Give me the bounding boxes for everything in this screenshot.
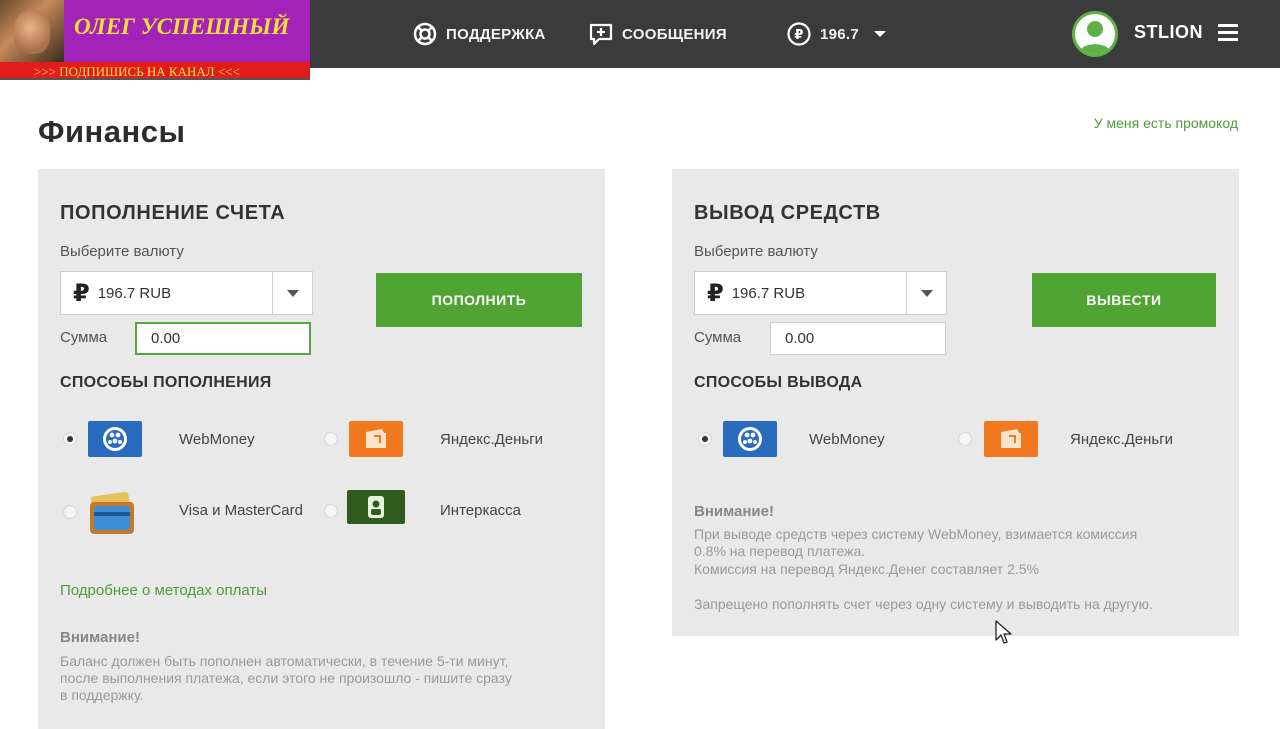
deposit-note-title: Внимание! [60, 629, 140, 646]
payment-methods-info-link[interactable]: Подробнее о методах оплаты [60, 582, 267, 599]
promo-title: ОЛЕГ УСПЕШНЫЙ [64, 0, 310, 62]
deposit-method-cards-radio[interactable] [63, 505, 77, 519]
avatar[interactable] [1072, 11, 1118, 57]
yandex-money-icon[interactable] [349, 421, 403, 462]
withdraw-method-webmoney-label: WebMoney [809, 431, 885, 448]
promo-code-link[interactable]: У меня есть промокод [1094, 115, 1238, 131]
deposit-title: ПОПОЛНЕНИЕ СЧЕТА [60, 202, 286, 224]
withdraw-currency-dropdown-button[interactable] [906, 272, 946, 314]
user-icon [1079, 21, 1111, 54]
deposit-amount-label: Сумма [60, 329, 108, 346]
yandex-money-icon[interactable] [984, 421, 1038, 462]
withdraw-note-line: 0.8% на перевод платежа. [694, 543, 866, 559]
withdraw-currency-value: 196.7 RUB [731, 284, 806, 302]
deposit-method-cards-label: Visa и MasterCard [179, 502, 303, 519]
message-plus-icon [589, 23, 613, 46]
interkassa-icon[interactable] [347, 490, 405, 529]
deposit-method-webmoney-label: WebMoney [179, 431, 255, 448]
withdraw-methods-title: СПОСОБЫ ВЫВОДА [694, 374, 863, 391]
withdraw-amount-input[interactable]: 0.00 [770, 322, 946, 355]
withdraw-note-line: Комиссия на перевод Яндекс.Денег составл… [694, 561, 1039, 577]
withdraw-panel: ВЫВОД СРЕДСТВ Выберите валюту ₽ 196.7 RU… [672, 169, 1239, 636]
deposit-note-line: в поддержку. [60, 687, 144, 703]
withdraw-note-extra: Запрещено пополнять счет через одну сист… [694, 596, 1153, 612]
deposit-note-line: Баланс должен быть пополнен автоматическ… [60, 653, 509, 669]
webmoney-icon[interactable] [88, 421, 142, 462]
deposit-currency-dropdown-button[interactable] [272, 272, 312, 314]
ruble-icon: ₽ [707, 279, 724, 307]
messages-link[interactable]: СООБЩЕНИЯ [588, 20, 727, 48]
page-title: Финансы [38, 114, 186, 149]
withdraw-note-title: Внимание! [694, 503, 774, 520]
deposit-method-webmoney-radio[interactable] [63, 432, 77, 446]
support-link[interactable]: ПОДДЕРЖКА [412, 20, 546, 48]
deposit-currency-label: Выберите валюту [60, 243, 184, 260]
chevron-down-icon [286, 289, 299, 297]
withdraw-button[interactable]: ВЫВЕСТИ [1032, 273, 1216, 327]
lifebuoy-icon [413, 22, 437, 46]
withdraw-currency-label: Выберите валюту [694, 243, 818, 260]
balance-value: 196.7 [820, 25, 860, 43]
deposit-method-yandex-radio[interactable] [324, 432, 338, 446]
deposit-method-interkassa-label: Интеркасса [440, 502, 522, 519]
hamburger-menu-icon[interactable] [1218, 24, 1238, 42]
deposit-button[interactable]: ПОПОЛНИТЬ [376, 273, 582, 327]
withdraw-method-webmoney-radio[interactable] [698, 432, 712, 446]
deposit-currency-select[interactable]: ₽ 196.7 RUB [60, 271, 313, 315]
messages-label: СООБЩЕНИЯ [622, 25, 727, 43]
withdraw-method-yandex-label: Яндекс.Деньги [1070, 431, 1174, 448]
ruble-coin-icon: ₽ [787, 22, 811, 46]
withdraw-currency-select[interactable]: ₽ 196.7 RUB [694, 271, 947, 315]
deposit-note-line: после выполнения платежа, если этого не … [60, 670, 512, 686]
chevron-down-icon [920, 289, 933, 297]
withdraw-title: ВЫВОД СРЕДСТВ [694, 202, 881, 224]
ruble-icon: ₽ [73, 279, 90, 307]
balance-dropdown[interactable]: ₽ 196.7 [786, 20, 895, 48]
card-wallet-icon[interactable] [86, 486, 138, 543]
username[interactable]: STLION [1134, 22, 1203, 43]
deposit-currency-value: 196.7 RUB [97, 284, 172, 302]
chevron-down-icon [874, 31, 887, 37]
withdraw-note-line: При выводе средств через систему WebMone… [694, 526, 1138, 542]
webmoney-icon[interactable] [723, 421, 777, 462]
deposit-method-interkassa-radio[interactable] [324, 504, 338, 518]
withdraw-amount-label: Сумма [694, 329, 742, 346]
presenter-photo [0, 0, 64, 62]
deposit-method-yandex-label: Яндекс.Деньги [440, 431, 544, 448]
withdraw-method-yandex-radio[interactable] [958, 432, 972, 446]
deposit-methods-title: СПОСОБЫ ПОПОЛНЕНИЯ [60, 374, 272, 391]
mouse-cursor-icon [995, 620, 1012, 644]
promo-subtitle: >>> ПОДПИШИСЬ НА КАНАЛ <<< [0, 62, 310, 80]
support-label: ПОДДЕРЖКА [446, 25, 546, 43]
channel-promo-banner: ОЛЕГ УСПЕШНЫЙ >>> ПОДПИШИСЬ НА КАНАЛ <<< [0, 0, 312, 82]
svg-text:₽: ₽ [794, 28, 803, 43]
deposit-panel: ПОПОЛНЕНИЕ СЧЕТА Выберите валюту ₽ 196.7… [38, 169, 605, 729]
deposit-amount-input[interactable]: 0.00 [135, 322, 311, 355]
